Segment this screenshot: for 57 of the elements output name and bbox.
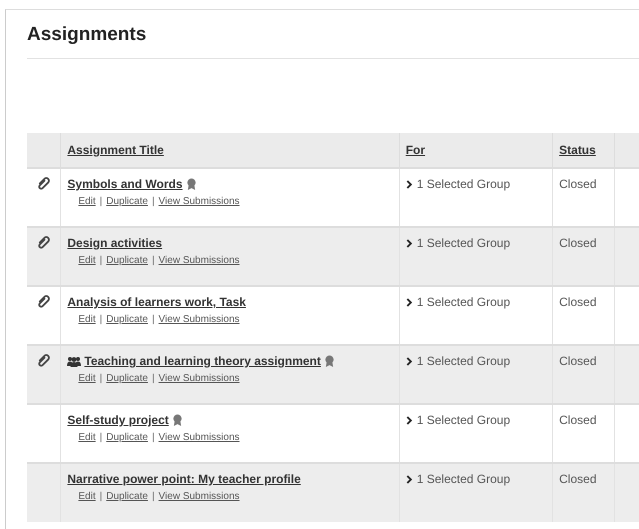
action-link[interactable]: Duplicate (106, 196, 148, 207)
action-link[interactable]: Edit (78, 255, 96, 266)
status-text: Closed (559, 295, 596, 309)
task-name-link[interactable]: Design activities (67, 236, 162, 250)
action-link[interactable]: Edit (78, 196, 96, 207)
action-link[interactable]: Edit (78, 314, 96, 325)
assigned-groups-text[interactable]: 1 Selected Group (416, 236, 510, 250)
separator-text: | (152, 373, 155, 384)
assigned-groups-text[interactable]: 1 Selected Group (416, 354, 510, 368)
status-text: Closed (559, 354, 596, 368)
status-text: Closed (559, 177, 596, 191)
action-link[interactable]: View Submissions (158, 491, 240, 502)
separator-text: | (152, 196, 155, 207)
action-link[interactable]: Edit (78, 432, 96, 443)
action-link[interactable]: Duplicate (106, 373, 148, 384)
separator-text: | (100, 196, 102, 207)
page-title: Assignments (27, 23, 148, 47)
assigned-groups-text[interactable]: 1 Selected Group (416, 295, 510, 309)
action-link[interactable]: Duplicate (106, 491, 148, 502)
action-link[interactable]: Edit (78, 491, 96, 502)
chevron-right-icon[interactable] (406, 180, 413, 188)
chevron-right-icon[interactable] (406, 298, 413, 306)
chevron-right-icon[interactable] (406, 238, 413, 248)
action-link[interactable]: Duplicate (106, 255, 148, 266)
separator-text: | (100, 373, 102, 384)
task-name-link[interactable]: Self-study project (67, 413, 169, 427)
column-header-link[interactable]: Assignment Title (67, 143, 164, 157)
task-name-link[interactable]: Teaching and learning theory assignment (84, 354, 321, 368)
action-link[interactable]: View Submissions (158, 373, 240, 384)
action-link[interactable]: View Submissions (158, 196, 240, 207)
column-header-link[interactable]: For (406, 143, 426, 157)
chevron-right-icon[interactable] (406, 474, 413, 484)
assigned-groups-text[interactable]: 1 Selected Group (416, 472, 510, 486)
status-text: Closed (559, 472, 596, 486)
assigned-groups-text[interactable]: 1 Selected Group (416, 413, 510, 427)
separator-text: | (100, 432, 102, 443)
task-name-link[interactable]: Analysis of learners work, Task (67, 295, 246, 309)
action-link[interactable]: Duplicate (106, 432, 148, 443)
action-link[interactable]: View Submissions (158, 432, 240, 443)
action-link[interactable]: Duplicate (106, 314, 148, 325)
separator-text: | (152, 314, 155, 325)
status-text: Closed (559, 413, 596, 427)
action-link[interactable]: View Submissions (158, 255, 240, 266)
action-link[interactable]: View Submissions (158, 314, 240, 325)
chevron-right-icon[interactable] (406, 356, 413, 366)
status-text: Closed (559, 236, 596, 250)
task-name-link[interactable]: Narrative power point: My teacher profile (67, 472, 301, 486)
separator-text: | (100, 255, 102, 266)
separator-text: | (100, 314, 102, 325)
separator-text: | (152, 432, 155, 443)
separator-text: | (152, 255, 155, 266)
separator-text: | (152, 491, 155, 502)
separator-text: | (100, 491, 102, 502)
task-name-link[interactable]: Symbols and Words (67, 177, 183, 191)
assigned-groups-text[interactable]: 1 Selected Group (416, 177, 510, 191)
chevron-right-icon[interactable] (406, 416, 413, 424)
action-link[interactable]: Edit (78, 373, 96, 384)
